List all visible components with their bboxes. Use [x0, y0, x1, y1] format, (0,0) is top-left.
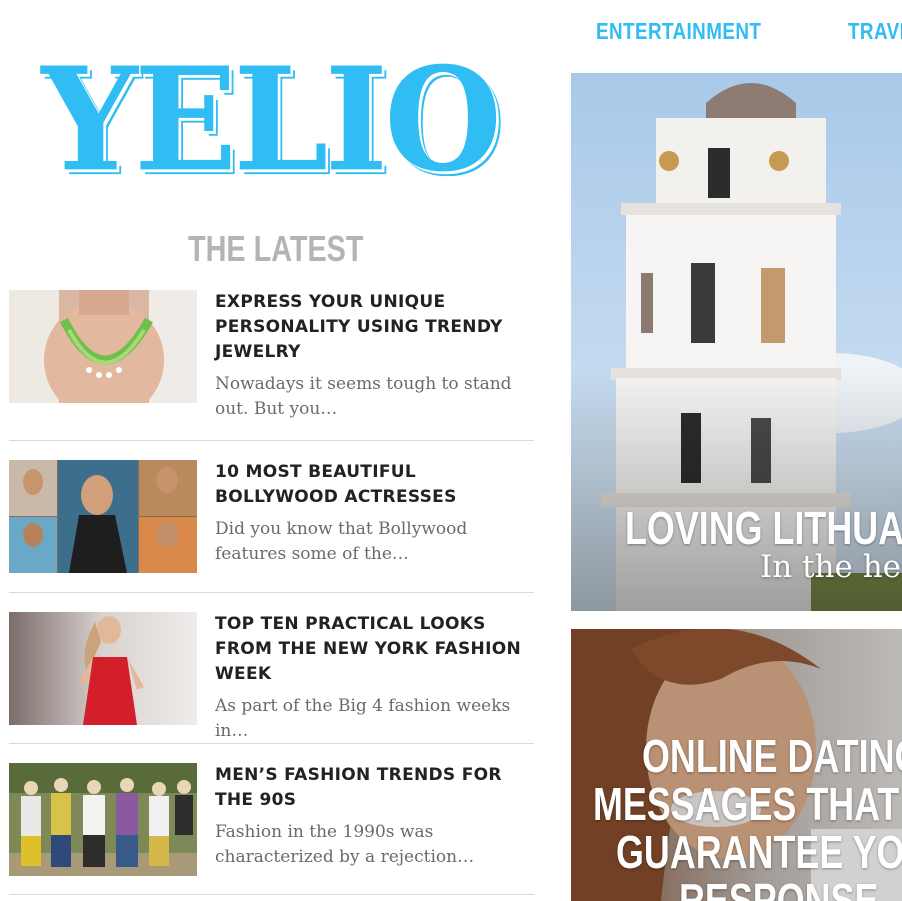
- featured-title[interactable]: LOVING LITHUANI: [625, 501, 902, 555]
- article-excerpt: Did you know that Bollywood features som…: [215, 519, 468, 564]
- section-heading-latest: THE LATEST: [188, 228, 364, 269]
- article-thumbnail-90s-fashion[interactable]: [9, 763, 197, 876]
- article-title[interactable]: MEN’S FASHION TRENDS FOR THE 90S: [215, 763, 525, 813]
- necklace-photo: [9, 290, 197, 403]
- featured-title-line[interactable]: MESSAGES THAT WI: [593, 780, 902, 828]
- logo-text: YELIO: [41, 36, 503, 204]
- featured-title-line[interactable]: ONLINE DATING: [642, 732, 902, 780]
- list-item[interactable]: 10 MOST BEAUTIFUL BOLLYWOOD ACTRESSES Di…: [9, 460, 534, 580]
- site-logo[interactable]: YELIO: [10, 36, 530, 204]
- list-item[interactable]: TOP TEN PRACTICAL LOOKS FROM THE NEW YOR…: [9, 612, 534, 741]
- featured-title-line[interactable]: GUARANTEE YOU A: [616, 828, 902, 876]
- featured-card-lithuania[interactable]: LOVING LITHUANI In the hea: [571, 73, 902, 611]
- article-thumbnail-necklace[interactable]: [9, 290, 197, 403]
- article-title[interactable]: TOP TEN PRACTICAL LOOKS FROM THE NEW YOR…: [215, 612, 525, 687]
- actresses-collage: [9, 460, 197, 573]
- article-title[interactable]: EXPRESS YOUR UNIQUE PERSONALITY USING TR…: [215, 290, 525, 365]
- article-thumbnail-actresses[interactable]: [9, 460, 197, 573]
- article-excerpt: As part of the Big 4 fashion weeks in…: [215, 696, 511, 741]
- article-title[interactable]: 10 MOST BEAUTIFUL BOLLYWOOD ACTRESSES: [215, 460, 525, 510]
- article-thumbnail-fashion-week[interactable]: [9, 612, 197, 725]
- article-excerpt: Fashion in the 1990s was characterized b…: [215, 822, 475, 867]
- divider: [9, 592, 534, 593]
- divider: [9, 440, 534, 441]
- top-nav: ENTERTAINMENT TRAVEL: [596, 18, 902, 45]
- list-item[interactable]: MEN’S FASHION TRENDS FOR THE 90S Fashion…: [9, 763, 534, 883]
- featured-title-line[interactable]: RESPONSE: [679, 876, 878, 901]
- nav-item-entertainment[interactable]: ENTERTAINMENT: [596, 18, 761, 45]
- list-item[interactable]: EXPRESS YOUR UNIQUE PERSONALITY USING TR…: [9, 290, 534, 430]
- red-dress-model: [9, 612, 197, 725]
- featured-card-online-dating[interactable]: ONLINE DATING MESSAGES THAT WI GUARANTEE…: [571, 629, 902, 901]
- article-excerpt: Nowadays it seems tough to stand out. Bu…: [215, 374, 512, 419]
- divider: [9, 894, 534, 895]
- divider: [9, 743, 534, 744]
- featured-subtitle: In the hea: [760, 549, 902, 585]
- 90s-group-photo: [9, 763, 197, 876]
- nav-item-travel[interactable]: TRAVEL: [848, 18, 902, 45]
